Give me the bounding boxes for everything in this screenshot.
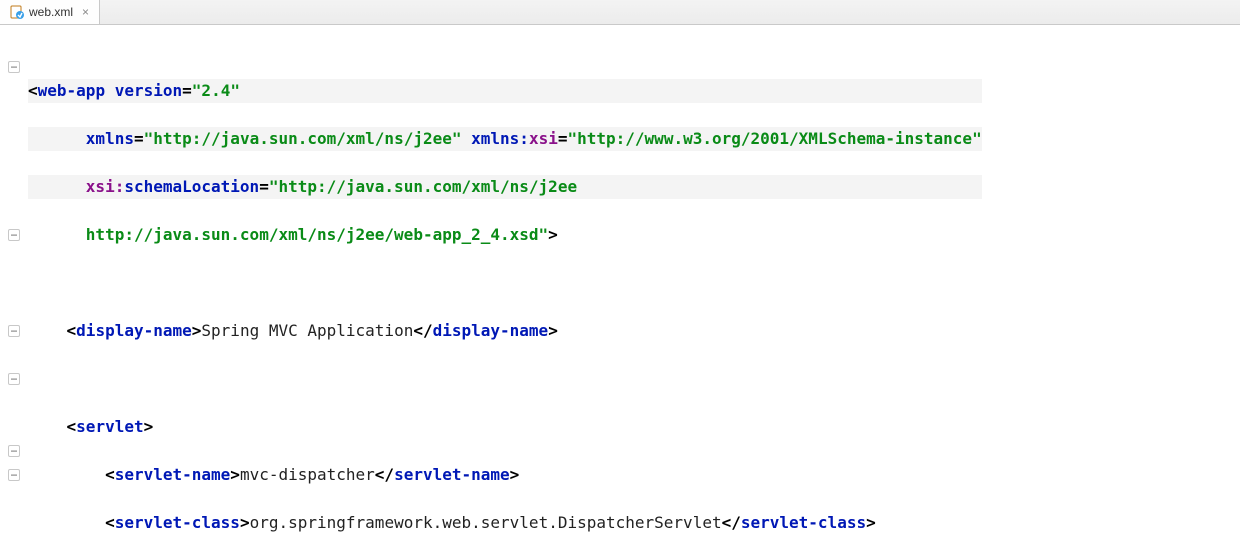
code-line: xsi:schemaLocation="http://java.sun.com/… <box>28 175 982 199</box>
code-line: xmlns="http://java.sun.com/xml/ns/j2ee" … <box>28 127 982 151</box>
code-line: <servlet-name>mvc-dispatcher</servlet-na… <box>28 463 982 487</box>
fold-marker[interactable]: − <box>8 325 20 337</box>
gutter: − − − − − − <box>0 25 28 541</box>
xml-file-icon <box>10 5 24 19</box>
fold-marker[interactable]: − <box>8 373 20 385</box>
fold-marker[interactable]: − <box>8 61 20 73</box>
fold-marker[interactable]: − <box>8 445 20 457</box>
code-line: <display-name>Spring MVC Application</di… <box>28 319 982 343</box>
tab-close-icon[interactable]: × <box>82 5 89 19</box>
code-line <box>28 271 982 295</box>
fold-marker[interactable]: − <box>8 469 20 481</box>
code-line: <servlet-class>org.springframework.web.s… <box>28 511 982 535</box>
tab-filename: web.xml <box>29 5 73 19</box>
fold-marker[interactable]: − <box>8 229 20 241</box>
code-line: http://java.sun.com/xml/ns/j2ee/web-app_… <box>28 223 982 247</box>
code-line <box>28 367 982 391</box>
code-area[interactable]: <web-app version="2.4" xmlns="http://jav… <box>28 25 982 541</box>
tab-bar: web.xml × <box>0 0 1240 25</box>
code-line: <web-app version="2.4" <box>28 79 982 103</box>
code-line: <servlet> <box>28 415 982 439</box>
code-editor[interactable]: − − − − − − <web-app version="2.4" xmlns… <box>0 25 1240 541</box>
tab-web-xml[interactable]: web.xml × <box>0 0 100 24</box>
